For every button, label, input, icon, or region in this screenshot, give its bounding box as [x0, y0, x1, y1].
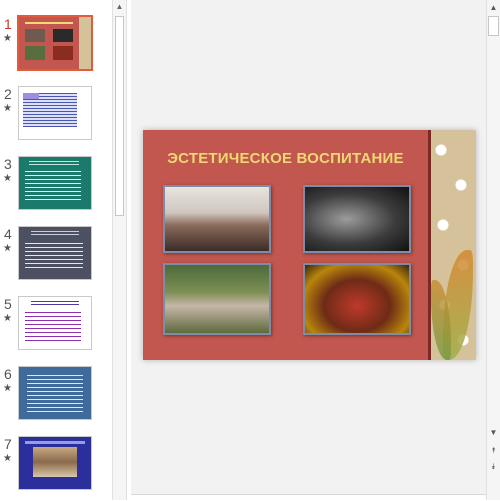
slide-thumbnail-pane: 1 ★ 2 ★ 3 ★ 4 ★ 5 ★ 6 ★ 7 ★	[0, 0, 112, 500]
slide-thumbnail-4[interactable]: 4 ★	[0, 226, 112, 290]
animation-star-icon: ★	[3, 383, 12, 394]
photo-garden-painting-image[interactable]	[163, 263, 271, 335]
animation-star-icon: ★	[3, 103, 12, 114]
photo-ballet-dancers-image[interactable]	[303, 185, 411, 253]
scroll-up-icon[interactable]: ▲	[113, 0, 126, 14]
scroll-down-icon[interactable]: ▼	[487, 427, 500, 439]
next-slide-icon[interactable]: ⯯	[487, 461, 500, 473]
slide-thumbnail-preview	[18, 156, 92, 210]
scrollbar-thumb[interactable]	[488, 16, 499, 36]
photo-theatre-hall-image[interactable]	[303, 263, 411, 335]
animation-star-icon: ★	[3, 33, 12, 44]
thumbnail-scrollbar[interactable]: ▲	[112, 0, 127, 500]
slide-thumbnail-preview	[17, 15, 93, 71]
current-slide[interactable]: ЭСТЕТИЧЕСКОЕ ВОСПИТАНИЕ	[143, 130, 476, 360]
slide-title[interactable]: ЭСТЕТИЧЕСКОЕ ВОСПИТАНИЕ	[143, 150, 428, 167]
photo-musicians-image[interactable]	[163, 185, 271, 253]
scrollbar-thumb[interactable]	[115, 16, 124, 216]
previous-slide-icon[interactable]: ⯭	[487, 445, 500, 457]
slide-thumbnail-7[interactable]: 7 ★	[0, 436, 112, 500]
slide-thumbnail-6[interactable]: 6 ★	[0, 366, 112, 430]
slide-number: 6	[4, 366, 12, 382]
slide-number: 7	[4, 436, 12, 452]
slide-scrollbar[interactable]: ▲ ▼ ⯭ ⯯	[486, 0, 500, 500]
slide-thumbnail-1[interactable]: 1 ★	[0, 15, 112, 80]
slide-thumbnail-preview	[18, 436, 92, 490]
slide-thumbnail-preview	[18, 86, 92, 140]
slide-thumbnail-5[interactable]: 5 ★	[0, 296, 112, 360]
slide-number: 5	[4, 296, 12, 312]
slide-thumbnail-2[interactable]: 2 ★	[0, 86, 112, 150]
animation-star-icon: ★	[3, 453, 12, 464]
slide-thumbnail-preview	[18, 366, 92, 420]
scroll-up-icon[interactable]: ▲	[487, 2, 500, 14]
slide-number: 1	[4, 16, 12, 32]
slide-number: 4	[4, 226, 12, 242]
animation-star-icon: ★	[3, 173, 12, 184]
slide-thumbnail-preview	[18, 296, 92, 350]
animation-star-icon: ★	[3, 243, 12, 254]
slide-thumbnail-preview	[18, 226, 92, 280]
animation-star-icon: ★	[3, 313, 12, 324]
slide-thumbnail-3[interactable]: 3 ★	[0, 156, 112, 220]
slide-number: 2	[4, 86, 12, 102]
slide-number: 3	[4, 156, 12, 172]
